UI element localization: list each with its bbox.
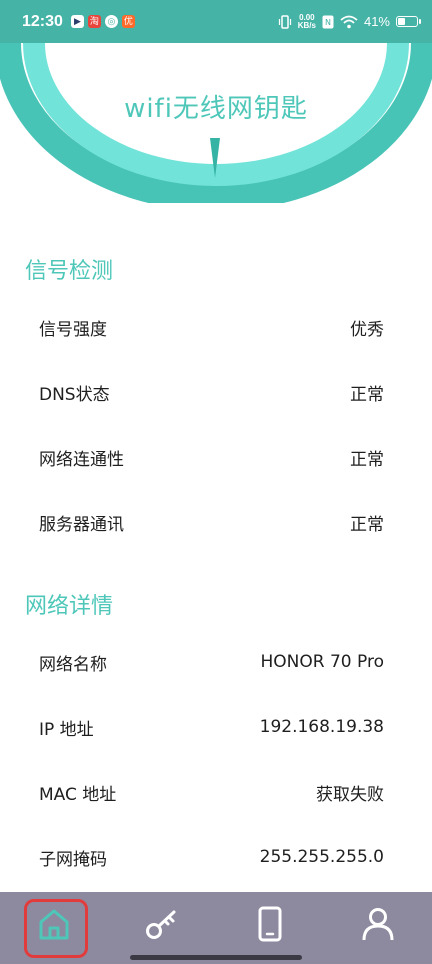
- row-value: 正常: [350, 514, 384, 535]
- connectivity-row: 网络连通性 正常: [0, 437, 432, 477]
- phone-icon: [258, 906, 282, 942]
- app-title: wifi无线网钥匙: [124, 94, 308, 124]
- subnet-mask-row: 子网掩码 255.255.255.0: [0, 837, 432, 877]
- battery-fill: [398, 18, 405, 25]
- net-speed-unit: KB/s: [297, 20, 316, 30]
- ip-address-row: IP 地址 192.168.19.38: [0, 707, 432, 747]
- svg-text:N: N: [325, 18, 331, 27]
- row-label: DNS状态: [39, 384, 110, 405]
- nav-profile[interactable]: [324, 892, 432, 964]
- network-section-title: 网络详情: [25, 594, 114, 619]
- row-label: IP 地址: [39, 719, 94, 740]
- network-name-row: 网络名称 HONOR 70 Pro: [0, 642, 432, 682]
- nav-key[interactable]: [108, 892, 216, 964]
- row-label: 子网掩码: [39, 849, 107, 870]
- signal-gauge: wifi无线网钥匙: [0, 43, 432, 203]
- row-value: 优秀: [350, 319, 384, 340]
- server-communication-row: 服务器通讯 正常: [0, 502, 432, 542]
- row-value: 获取失败: [316, 784, 384, 805]
- key-icon: [146, 910, 176, 939]
- row-label: 信号强度: [39, 319, 107, 340]
- signal-section-title: 信号检测: [25, 259, 114, 284]
- row-value: 192.168.19.38: [259, 717, 384, 737]
- shopping-app-icon: 淘: [87, 15, 101, 28]
- bottom-nav: [0, 892, 432, 964]
- row-value: 255.255.255.0: [259, 847, 384, 867]
- status-bar: 12:30 ▶ 淘 ◎ 优 0.00 KB/s N 41%: [0, 0, 432, 43]
- row-value: 正常: [350, 384, 384, 405]
- row-value: 正常: [350, 449, 384, 470]
- video-app-icon: ▶: [70, 15, 84, 28]
- row-label: MAC 地址: [39, 784, 117, 805]
- sync-app-icon: ◎: [104, 15, 118, 28]
- wifi-icon: [340, 15, 358, 28]
- signal-strength-row: 信号强度 优秀: [0, 307, 432, 347]
- dns-status-row: DNS状态 正常: [0, 372, 432, 412]
- row-value: HONOR 70 Pro: [260, 652, 384, 672]
- user-icon: [362, 908, 394, 941]
- selected-nav-highlight: [24, 899, 88, 958]
- notification-icons: ▶ 淘 ◎ 优: [70, 15, 135, 28]
- battery-icon: [396, 16, 421, 27]
- mac-address-row: MAC 地址 获取失败: [0, 772, 432, 812]
- deal-app-icon: 优: [121, 15, 135, 28]
- nav-phone[interactable]: [216, 892, 324, 964]
- vibrate-icon: [278, 14, 291, 29]
- row-label: 网络名称: [39, 654, 107, 675]
- row-label: 服务器通讯: [39, 514, 124, 535]
- status-right: 0.00 KB/s N 41%: [278, 13, 421, 30]
- status-time: 12:30: [22, 12, 63, 30]
- battery-percent: 41%: [363, 14, 390, 29]
- net-speed: 0.00 KB/s: [297, 13, 316, 30]
- gesture-bar[interactable]: [130, 955, 302, 960]
- nfc-icon: N: [322, 15, 334, 28]
- row-label: 网络连通性: [39, 449, 124, 470]
